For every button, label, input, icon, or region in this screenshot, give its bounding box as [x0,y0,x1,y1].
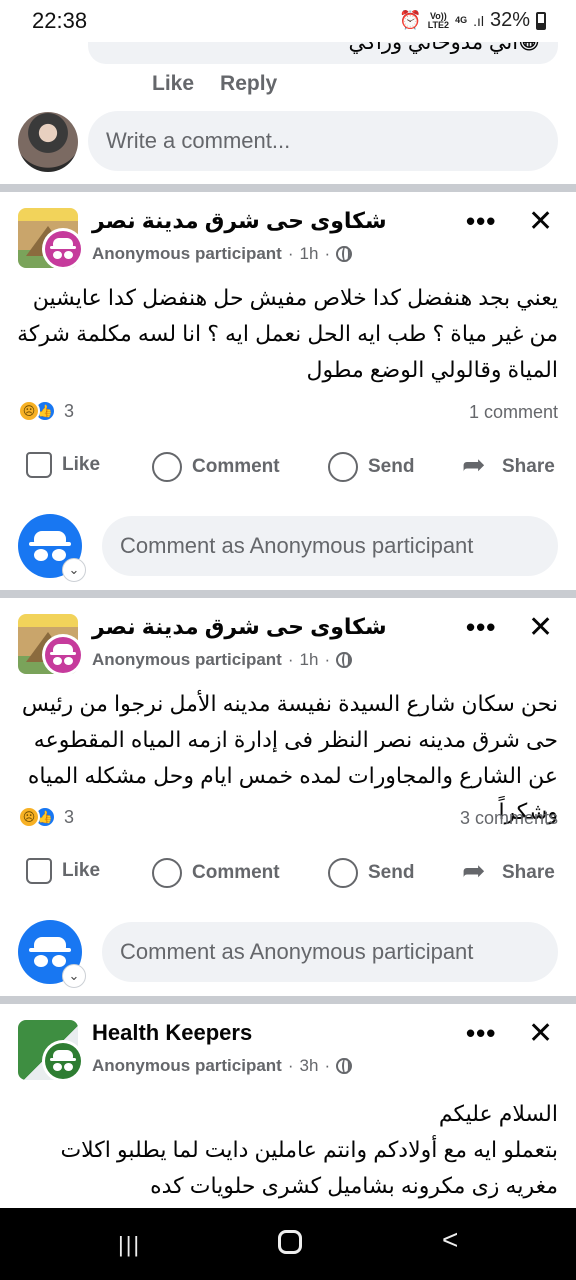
recent-apps-button[interactable]: ||| [118,1232,141,1258]
post-actions: Like Comment Send Share [0,448,576,492]
post-meta: Anonymous participant · 1h · [92,650,353,670]
close-icon[interactable]: ✕ [528,610,553,645]
share-icon [462,854,492,888]
globe-icon [336,1058,353,1074]
meta-separator: · [324,1056,331,1075]
more-icon[interactable]: ••• [466,1018,496,1049]
back-button[interactable]: < [442,1224,458,1256]
post-meta: Anonymous participant · 1h · [92,244,353,264]
share-icon [462,448,492,482]
previous-comment-actions: Like Reply [152,72,277,96]
signal-icon: .ıl [473,12,484,29]
anonymous-badge [42,228,84,270]
comment-icon [152,452,182,482]
author-name[interactable]: Anonymous participant [92,244,282,264]
comment-button[interactable]: Comment [152,452,280,482]
share-label: Share [502,862,555,883]
author-name[interactable]: Anonymous participant [92,650,282,670]
meta-separator: · [287,244,294,263]
like-label: Like [62,860,101,881]
comment-button[interactable]: Comment [152,858,280,888]
network-bottom: LTE2 [427,19,450,30]
avatar[interactable] [18,112,78,172]
comment-label: Comment [192,862,280,883]
send-button[interactable]: Send [328,858,414,888]
chevron-down-icon[interactable]: ⌄ [62,964,86,988]
post-time[interactable]: 3h [300,1056,319,1076]
like-button[interactable]: Like [26,452,100,478]
post-divider [0,996,576,1004]
reactions-summary[interactable]: ☹ 👍 3 [18,400,74,422]
post-body: يعني بجد هنفضل كدا خلاص مفيش حل هنفضل كد… [17,285,558,382]
net-type: 4G [455,15,468,25]
post: Health Keepers Anonymous participant · 3… [0,1004,576,1208]
meta-separator: · [324,244,331,263]
anonymous-badge [42,1040,84,1082]
send-button[interactable]: Send [328,452,414,482]
reaction-count: 3 [64,400,75,421]
meta-separator: · [324,650,331,669]
post-time[interactable]: 1h [300,244,319,264]
meta-separator: · [287,1056,294,1075]
group-name[interactable]: شكاوى حى شرق مدينة نصر [92,614,387,640]
post-body-line: السلام عليكم [438,1101,558,1126]
like-button[interactable]: Like [26,858,100,884]
chevron-down-icon[interactable]: ⌄ [62,558,86,582]
whatsapp-send-icon [328,858,358,888]
post: شكاوى حى شرق مدينة نصر Anonymous partici… [0,598,576,998]
globe-icon [336,246,353,262]
like-icon [26,858,52,884]
reaction-count: 3 [64,806,75,827]
comment-label: Comment [192,456,280,477]
comment-count[interactable]: 3 comments [460,808,558,829]
comment-count[interactable]: 1 comment [469,402,558,423]
comment-icon [152,858,182,888]
comment-input[interactable]: Comment as Anonymous participant [102,516,558,576]
share-button[interactable]: Share [462,448,555,482]
close-icon[interactable]: ✕ [528,204,553,239]
comment-reply-button[interactable]: Reply [220,72,277,96]
share-label: Share [502,456,555,477]
post-actions: Like Comment Send Share [0,854,576,898]
post-body-line: بتعملو ايه مع أولادكم وانتم عاملين دايت … [60,1137,558,1198]
anonymous-badge [42,634,84,676]
write-comment-input[interactable]: Write a comment... [88,111,558,171]
group-name[interactable]: Health Keepers [92,1020,252,1046]
send-label: Send [368,456,415,477]
close-icon[interactable]: ✕ [528,1016,553,1051]
post-meta: Anonymous participant · 3h · [92,1056,353,1076]
globe-icon [336,652,353,668]
comment-like-button[interactable]: Like [152,72,194,96]
post: شكاوى حى شرق مدينة نصر Anonymous partici… [0,192,576,592]
more-icon[interactable]: ••• [466,206,496,237]
alarm-icon: ⏰ [399,10,422,30]
status-icons: ⏰ Vo)) LTE2 4G .ıl 32% [399,9,546,32]
comment-input[interactable]: Comment as Anonymous participant [102,922,558,982]
post-time[interactable]: 1h [300,650,319,670]
post-body: السلام عليكم بتعملو ايه مع أولادكم وانتم… [16,1096,558,1204]
share-button[interactable]: Share [462,854,555,888]
send-label: Send [368,862,415,883]
battery-icon [536,11,546,30]
more-icon[interactable]: ••• [466,612,496,643]
sad-reaction-icon: ☹ [18,806,40,828]
author-name[interactable]: Anonymous participant [92,1056,282,1076]
commenter-avatar[interactable]: ⌄ [18,514,86,582]
status-time: 22:38 [32,8,88,33]
whatsapp-send-icon [328,452,358,482]
navigation-bar: ||| < [0,1208,576,1280]
status-bar: 22:38 ⏰ Vo)) LTE2 4G .ıl 32% [0,0,576,42]
like-label: Like [62,454,101,475]
like-icon [26,452,52,478]
reactions-summary[interactable]: ☹ 👍 3 [18,806,74,828]
sad-reaction-icon: ☹ [18,400,40,422]
group-name[interactable]: شكاوى حى شرق مدينة نصر [92,208,387,234]
post-divider [0,184,576,192]
commenter-avatar[interactable]: ⌄ [18,920,86,988]
network-label: Vo)) LTE2 [427,11,450,30]
battery-percent: 32% [489,9,530,31]
meta-separator: · [287,650,294,669]
home-button[interactable] [278,1230,302,1254]
post-divider [0,590,576,598]
